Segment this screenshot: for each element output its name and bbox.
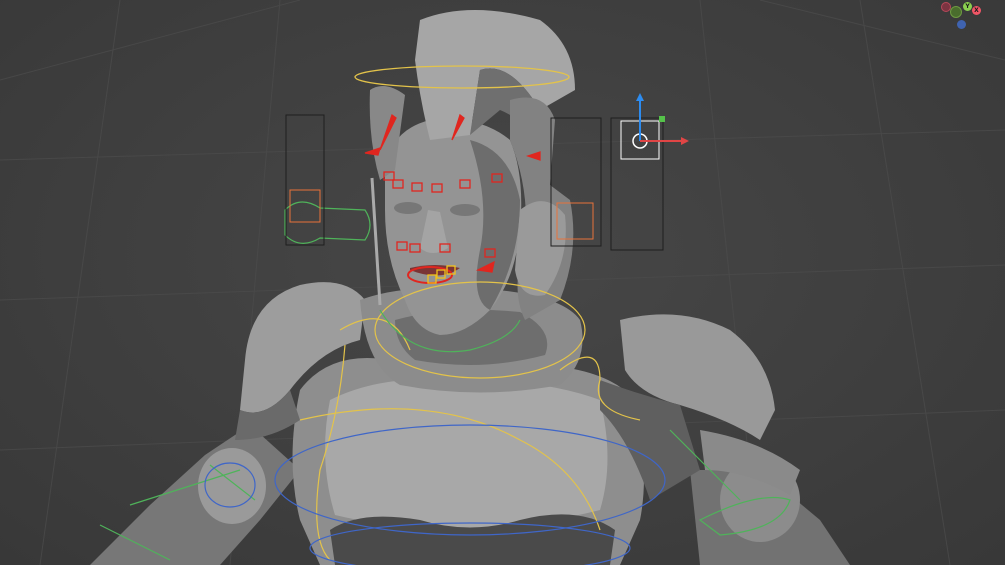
gizmo-pos-x-axis[interactable]: X (972, 6, 981, 15)
gizmo-corner-handle[interactable] (659, 116, 665, 122)
gizmo-x-arrow[interactable] (681, 137, 689, 145)
left-elbow-mesh (198, 448, 266, 524)
gizmo-neg-z-axis[interactable] (957, 20, 966, 29)
left-arm-mesh (90, 425, 300, 565)
left-brow-slider[interactable] (285, 114, 325, 246)
gizmo-neg-y-axis[interactable] (950, 6, 962, 18)
3d-viewport[interactable]: Y X (0, 0, 1005, 565)
shoulder-ik-control[interactable] (284, 201, 371, 244)
right-eye (450, 204, 480, 216)
navigation-gizmo[interactable]: Y X (936, 0, 992, 32)
transform-gizmo[interactable] (620, 93, 689, 160)
chest-highlight (325, 379, 608, 529)
eye-control-frame[interactable] (610, 117, 664, 251)
neck-bone (370, 177, 382, 306)
left-eye (394, 202, 422, 214)
gizmo-y-arrow[interactable] (636, 93, 644, 101)
gizmo-pos-y-axis[interactable]: Y (963, 2, 972, 11)
viewport-scene[interactable] (0, 0, 1005, 565)
